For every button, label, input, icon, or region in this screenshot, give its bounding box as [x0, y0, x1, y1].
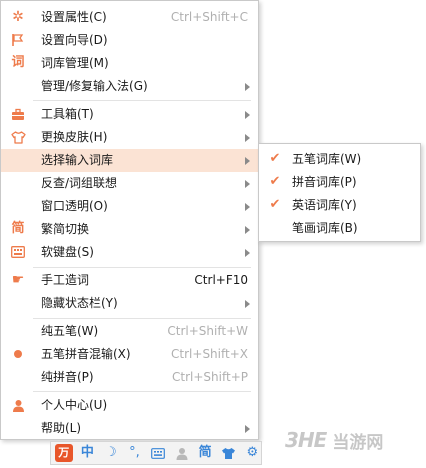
- submenu-arrow-icon: [245, 425, 250, 433]
- menu-item-hide-statusbar[interactable]: 隐藏状态栏(Y): [1, 292, 258, 315]
- menu-item-traditional-simplified[interactable]: 简 繁简切换: [1, 218, 258, 241]
- menu-separator: [33, 267, 251, 268]
- menu-separator: [33, 100, 251, 101]
- submenu-arrow-icon: [245, 157, 250, 165]
- menu-item-dictionary-manage[interactable]: 词 词库管理(M): [1, 52, 258, 75]
- submenu-item-english-dictionary[interactable]: ✔ 英语词库(Y): [259, 194, 420, 217]
- menu-item-personal-center[interactable]: 个人中心(U): [1, 394, 258, 417]
- checkmark-icon: ✔: [269, 151, 281, 166]
- menu-item-manual-word[interactable]: ☛ 手工造词 Ctrl+F10: [1, 269, 258, 292]
- menu-item-select-dictionary[interactable]: 选择输入词库: [1, 149, 258, 172]
- menu-item-manage-repair[interactable]: 管理/修复输入法(G): [1, 75, 258, 98]
- submenu-arrow-icon: [245, 180, 250, 188]
- chinese-mode-toggle[interactable]: 中: [79, 444, 97, 462]
- keyboard-icon: [10, 244, 26, 260]
- submenu-arrow-icon: [245, 249, 250, 257]
- shirt-icon[interactable]: [220, 444, 238, 462]
- traditional-char-icon: 简: [11, 221, 25, 236]
- submenu-arrow-icon: [245, 226, 250, 234]
- watermark-text: 当游网: [332, 432, 384, 453]
- watermark-logo-icon: 3HE: [285, 428, 327, 452]
- checkmark-icon: ✔: [269, 197, 281, 212]
- gear-icon[interactable]: ⚙: [244, 444, 262, 462]
- menu-item-toolbox[interactable]: 工具箱(T): [1, 103, 258, 126]
- dictionary-submenu: ✔ 五笔词库(W) ✔ 拼音词库(P) ✔ 英语词库(Y) 笔画词库(B): [258, 143, 421, 242]
- dictionary-icon: 词: [11, 55, 25, 70]
- menu-separator: [33, 318, 251, 319]
- menu-item-soft-keyboard[interactable]: 软键盘(S): [1, 241, 258, 264]
- menu-item-window-transparency[interactable]: 窗口透明(O): [1, 195, 258, 218]
- submenu-arrow-icon: [245, 134, 250, 142]
- context-menu: ✲ 设置属性(C) Ctrl+Shift+C 设置向导(D) 词 词库管理(M)…: [0, 0, 259, 440]
- menu-item-pure-pinyin[interactable]: 纯拼音(P) Ctrl+Shift+P: [1, 366, 258, 389]
- simplified-toggle[interactable]: 简: [196, 444, 214, 462]
- menu-item-change-skin[interactable]: 更换皮肤(H): [1, 126, 258, 149]
- ime-status-bar: 万 中 ☽ °, 简 ⚙: [50, 441, 262, 465]
- menu-item-pure-wubi[interactable]: 纯五笔(W) Ctrl+Shift+W: [1, 320, 258, 343]
- submenu-item-pinyin-dictionary[interactable]: ✔ 拼音词库(P): [259, 171, 420, 194]
- moon-icon[interactable]: ☽: [102, 444, 120, 462]
- user-icon[interactable]: [173, 444, 191, 462]
- punctuation-icon[interactable]: °,: [126, 444, 144, 462]
- flag-icon: [10, 32, 26, 48]
- checkmark-icon: ✔: [269, 174, 281, 189]
- hand-icon: ☛: [11, 272, 25, 288]
- person-icon: [10, 397, 26, 413]
- submenu-arrow-icon: [245, 203, 250, 211]
- submenu-arrow-icon: [245, 83, 250, 91]
- menu-item-help[interactable]: 帮助(L): [1, 417, 258, 440]
- submenu-arrow-icon: [245, 300, 250, 308]
- gear-icon: ✲: [12, 9, 24, 25]
- submenu-item-stroke-dictionary[interactable]: 笔画词库(B): [259, 217, 420, 240]
- watermark: 3HE 当游网: [285, 425, 421, 455]
- toolbox-icon: [10, 106, 26, 122]
- menu-item-wubi-pinyin-mixed[interactable]: 五笔拼音混输(X) Ctrl+Shift+X: [1, 343, 258, 366]
- shirt-icon: [10, 129, 26, 145]
- selected-dot-icon: [10, 346, 26, 362]
- menu-separator: [33, 391, 251, 392]
- keyboard-icon[interactable]: [149, 444, 167, 462]
- menu-item-setup-wizard[interactable]: 设置向导(D): [1, 29, 258, 52]
- submenu-arrow-icon: [245, 111, 250, 119]
- ime-logo-icon[interactable]: 万: [55, 444, 73, 462]
- menu-item-reverse-lookup[interactable]: 反查/词组联想: [1, 172, 258, 195]
- menu-item-settings[interactable]: ✲ 设置属性(C) Ctrl+Shift+C: [1, 6, 258, 29]
- submenu-item-wubi-dictionary[interactable]: ✔ 五笔词库(W): [259, 148, 420, 171]
